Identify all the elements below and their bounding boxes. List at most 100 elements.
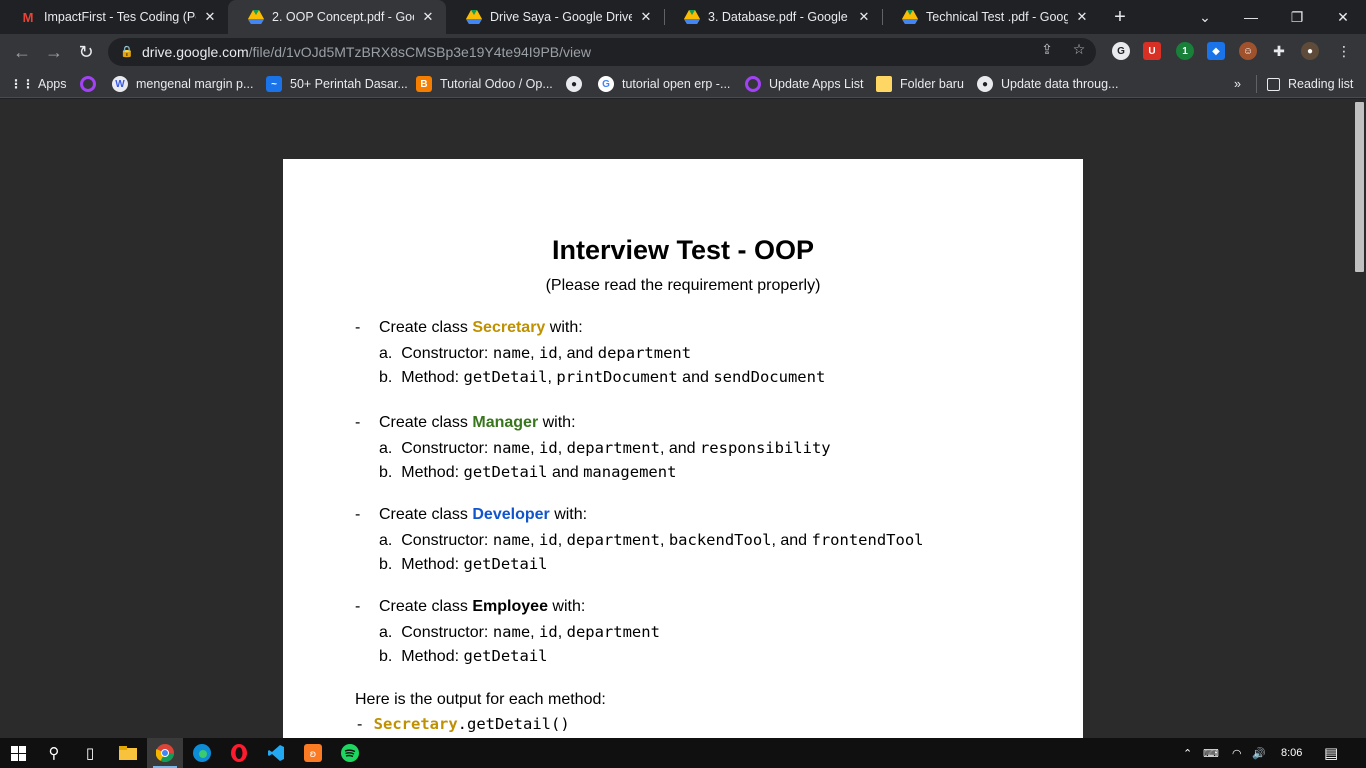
bookmark-margin[interactable]: W mengenal margin p...	[112, 75, 253, 93]
code-identifier: department	[566, 531, 660, 549]
vscode-icon[interactable]	[258, 738, 294, 768]
notification-center-icon[interactable]: ▤	[1324, 738, 1338, 768]
github-icon: ●	[977, 76, 993, 92]
reading-list-button[interactable]: Reading list	[1267, 75, 1353, 93]
bookmark-odoo[interactable]: B Tutorial Odoo / Op...	[416, 75, 553, 93]
wifi-icon[interactable]: ◠	[1232, 738, 1242, 768]
code-identifier: department	[566, 439, 660, 457]
code-identifier: sendDocument	[713, 368, 826, 386]
connector-text: ,	[530, 440, 540, 457]
page-subtitle: (Please read the requirement properly)	[545, 277, 821, 294]
bookmark-github[interactable]: ●	[566, 75, 590, 93]
back-button[interactable]: ←	[10, 40, 34, 64]
bookmark-label: Update data throug...	[1001, 77, 1119, 91]
opera-icon[interactable]	[221, 738, 257, 768]
file-explorer-icon[interactable]	[110, 738, 146, 768]
extension-icon[interactable]: G	[1112, 42, 1130, 60]
bullet-dash: -	[355, 715, 374, 733]
lock-icon: 🔒	[120, 46, 134, 58]
restore-button[interactable]: ❐	[1274, 0, 1320, 34]
character-extension-icon[interactable]: ☺	[1239, 42, 1257, 60]
output-method: .getDetail()	[457, 715, 570, 733]
connector-text: ,	[557, 532, 567, 549]
close-tab-icon[interactable]: ✕	[1074, 9, 1090, 25]
extensions-puzzle-icon[interactable]: ✚	[1270, 42, 1288, 60]
volume-icon[interactable]: 🔊	[1252, 738, 1266, 768]
connector-text: and	[547, 464, 584, 481]
code-identifier: backendTool	[668, 531, 772, 549]
method-line: b. Method: getDetail, printDocument and …	[379, 368, 825, 387]
reload-button[interactable]: ↻	[74, 40, 98, 64]
odoo-icon	[745, 76, 761, 92]
ublock-icon[interactable]: U	[1143, 42, 1161, 60]
bookmark-perintah[interactable]: ~ 50+ Perintah Dasar...	[266, 75, 408, 93]
tab-impactfirst[interactable]: M ImpactFirst - Tes Coding (Pen ✕	[0, 0, 228, 34]
close-tab-icon[interactable]: ✕	[420, 9, 436, 25]
search-icon[interactable]: ⚲	[36, 738, 72, 768]
connector-text: , and	[771, 532, 812, 549]
google-drive-icon	[466, 9, 482, 25]
input-method-icon[interactable]: ⌨	[1203, 738, 1219, 768]
code-identifier: management	[583, 463, 677, 481]
bookmark-apps[interactable]: ⋮⋮ Apps	[10, 75, 67, 93]
bookmark-update-apps[interactable]: Update Apps List	[745, 75, 864, 93]
wave-icon: ~	[266, 76, 282, 92]
xampp-icon[interactable]: ʚ	[295, 738, 331, 768]
scrollbar-thumb[interactable]	[1355, 102, 1364, 272]
folder-icon	[876, 76, 892, 92]
connector-text: ,	[530, 532, 540, 549]
tab-search-icon[interactable]: ⌄	[1182, 0, 1228, 34]
google-drive-icon	[902, 9, 918, 25]
bookmark-update-data[interactable]: ● Update data throug...	[977, 75, 1118, 93]
chevron-double-right-icon: »	[1234, 77, 1241, 91]
code-identifier: name	[492, 439, 531, 457]
code-identifier: name	[492, 623, 531, 641]
connector-text: , and	[557, 345, 598, 362]
class-name: Developer	[472, 506, 550, 523]
spotify-icon[interactable]	[332, 738, 368, 768]
close-window-button[interactable]: ✕	[1320, 0, 1366, 34]
method-line-label: b. Method:	[379, 556, 464, 573]
bookmark-label: Apps	[38, 77, 67, 91]
circle-icon	[80, 76, 96, 92]
task-view-icon[interactable]: ▯	[72, 738, 108, 768]
profile-avatar[interactable]: ●	[1301, 42, 1319, 60]
constructor-line-label: a. Constructor:	[379, 345, 493, 362]
bookmarks-overflow-button[interactable]: »	[1234, 75, 1241, 93]
new-tab-button[interactable]: +	[1109, 6, 1131, 28]
forward-button[interactable]: →	[42, 40, 66, 64]
bookmark-circle[interactable]	[80, 75, 104, 93]
minimize-button[interactable]: —	[1228, 0, 1274, 34]
vertical-scrollbar[interactable]	[1353, 99, 1366, 738]
tray-overflow-icon[interactable]: ⌃	[1183, 738, 1192, 768]
section-heading-text: Create class Secretary with:	[379, 319, 583, 337]
output-heading: Here is the output for each method:	[355, 691, 606, 708]
bookmark-openerp[interactable]: G tutorial open erp -...	[598, 75, 730, 93]
tab-oop-concept[interactable]: 2. OOP Concept.pdf - Google ✕	[228, 0, 446, 34]
pdf-viewer[interactable]: Interview Test - OOP (Please read the re…	[0, 99, 1366, 738]
close-tab-icon[interactable]: ✕	[638, 9, 654, 25]
extension-badge-icon[interactable]: 1	[1176, 42, 1194, 60]
constructor-line-label: a. Constructor:	[379, 624, 493, 641]
tab-drive-saya[interactable]: Drive Saya - Google Drive ✕	[446, 0, 664, 34]
tab-title: 2. OOP Concept.pdf - Google	[272, 10, 414, 24]
close-tab-icon[interactable]: ✕	[856, 9, 872, 25]
code-identifier: getDetail	[463, 555, 548, 573]
share-icon[interactable]: ⇪	[1038, 40, 1056, 58]
tab-technical-test[interactable]: Technical Test .pdf - Google D ✕	[882, 0, 1100, 34]
diamond-extension-icon[interactable]: ◆	[1207, 42, 1225, 60]
bookmark-star-icon[interactable]: ☆	[1070, 40, 1088, 58]
close-tab-icon[interactable]: ✕	[202, 9, 218, 25]
menu-kebab-icon[interactable]: ⋮	[1335, 42, 1353, 60]
bookmark-folder[interactable]: Folder baru	[876, 75, 964, 93]
code-identifier: name	[492, 531, 531, 549]
chrome-icon[interactable]	[147, 738, 183, 768]
clock[interactable]: 8:06	[1281, 738, 1302, 768]
section-heading-text: Create class Manager with:	[379, 414, 576, 432]
google-icon: G	[598, 76, 614, 92]
address-bar[interactable]: 🔒 drive.google.com/file/d/1vOJd5MTzBRX8s…	[108, 38, 1096, 66]
gmail-icon: M	[22, 9, 34, 25]
edge-icon[interactable]	[184, 738, 220, 768]
tab-database[interactable]: 3. Database.pdf - Google Dri ✕	[664, 0, 882, 34]
windows-start-icon[interactable]	[0, 738, 36, 768]
